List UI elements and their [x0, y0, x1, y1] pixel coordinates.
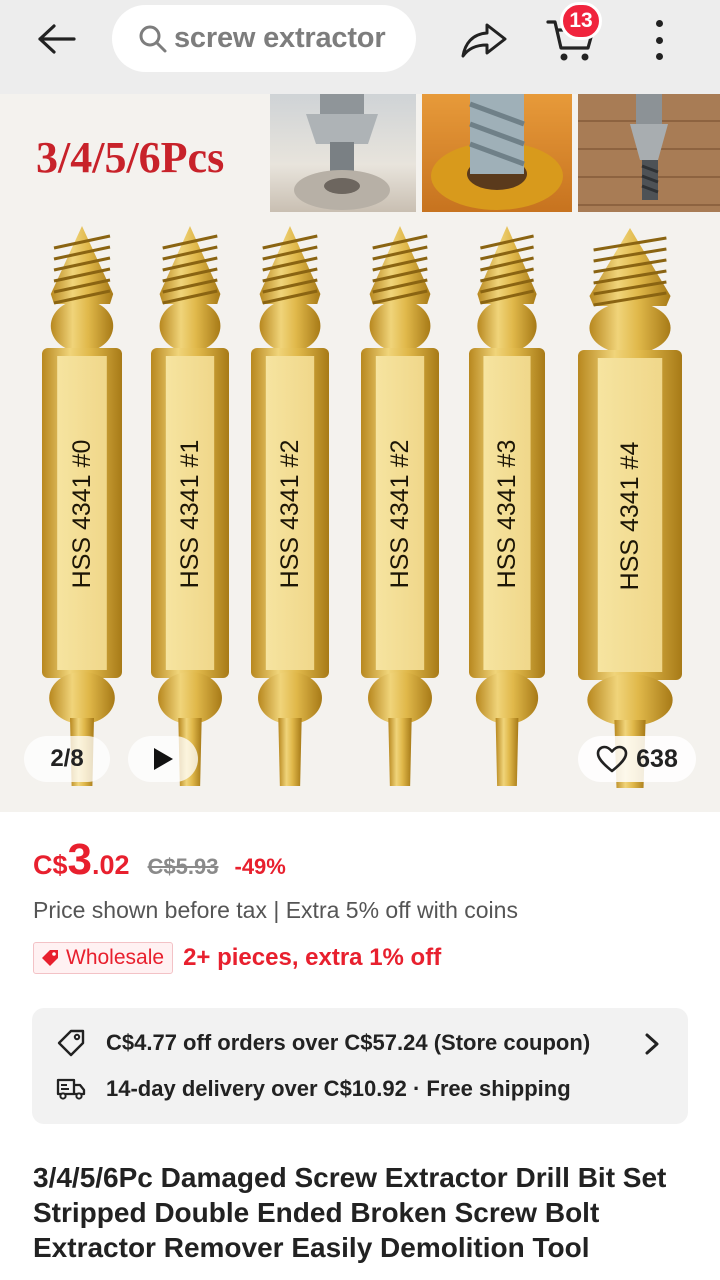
price-whole: 3	[67, 835, 92, 884]
search-bar[interactable]: screw extractor	[112, 5, 416, 72]
discount-percent: -49%	[234, 854, 286, 879]
bit-label: HSS 4341 #4	[616, 442, 644, 591]
coupon-tag-icon	[57, 1029, 85, 1057]
more-icon[interactable]	[642, 16, 676, 64]
image-counter: 2/8	[24, 736, 110, 782]
product-title: 3/4/5/6Pc Damaged Screw Extractor Drill …	[33, 1162, 667, 1263]
wholesale-row[interactable]: Wholesale 2+ pieces, extra 1% off	[33, 942, 441, 974]
coupon-row[interactable]: C$4.77 off orders over C$57.24 (Store co…	[56, 1028, 590, 1058]
pack-size-label: 3/4/5/6Pcs	[36, 133, 225, 182]
chevron-right-icon[interactable]	[642, 1032, 662, 1056]
search-icon	[138, 22, 172, 56]
heart-icon	[596, 745, 628, 773]
search-query: screw extractor	[174, 22, 386, 54]
delivery-row: 14-day delivery over C$10.92 · Free ship…	[56, 1076, 571, 1102]
usage-photo-1	[270, 94, 416, 212]
truck-icon	[56, 1078, 86, 1100]
wholesale-offer-text: 2+ pieces, extra 1% off	[183, 944, 442, 971]
tag-icon	[42, 950, 58, 966]
extractor-bit: HSS 4341 #3	[469, 226, 545, 786]
extractor-bit: HSS 4341 #0	[42, 226, 122, 786]
extractor-bit: HSS 4341 #2	[251, 226, 329, 786]
product-image-gallery[interactable]: 3/4/5/6Pcs HSS 4341 #0 HSS 4341 #1 HSS 4…	[0, 94, 720, 812]
wishlist-count: 638	[636, 744, 678, 773]
share-icon[interactable]	[456, 18, 512, 62]
play-icon	[154, 748, 173, 770]
price-row: C$ 3 .02 C$5.93 -49%	[33, 838, 286, 882]
wholesale-badge: Wholesale	[33, 942, 174, 974]
wholesale-badge-label: Wholesale	[66, 946, 165, 969]
price-currency: C$	[33, 850, 68, 880]
original-price: C$5.93	[147, 854, 219, 879]
extractor-bits-image: HSS 4341 #0 HSS 4341 #1 HSS 4341 #2 HSS 434…	[42, 226, 682, 788]
bit-label: HSS 4341 #1	[176, 440, 204, 589]
wishlist-button[interactable]: 638	[578, 736, 696, 782]
tax-note: Price shown before tax | Extra 5% off wi…	[33, 897, 518, 923]
bit-label: HSS 4341 #3	[493, 440, 521, 589]
extractor-bit: HSS 4341 #2	[361, 226, 439, 786]
extractor-bit: HSS 4341 #4	[578, 228, 682, 788]
play-video-button[interactable]	[128, 736, 198, 782]
delivery-text: 14-day delivery over C$10.92 · Free ship…	[106, 1076, 571, 1101]
usage-photo-2	[422, 94, 572, 212]
extractor-bit: HSS 4341 #1	[151, 226, 229, 786]
usage-photo-3	[578, 94, 720, 212]
bit-label: HSS 4341 #0	[68, 440, 96, 589]
coupon-text: C$4.77 off orders over C$57.24 (Store co…	[106, 1030, 591, 1055]
top-bar: screw extractor 13	[0, 0, 720, 94]
bit-label: HSS 4341 #2	[386, 440, 414, 589]
bit-label: HSS 4341 #2	[276, 440, 304, 589]
cart-count-badge: 13	[560, 2, 602, 40]
back-arrow-icon[interactable]	[30, 16, 82, 62]
offers-card[interactable]: C$4.77 off orders over C$57.24 (Store co…	[32, 1008, 688, 1124]
price-cents: .02	[92, 850, 130, 880]
